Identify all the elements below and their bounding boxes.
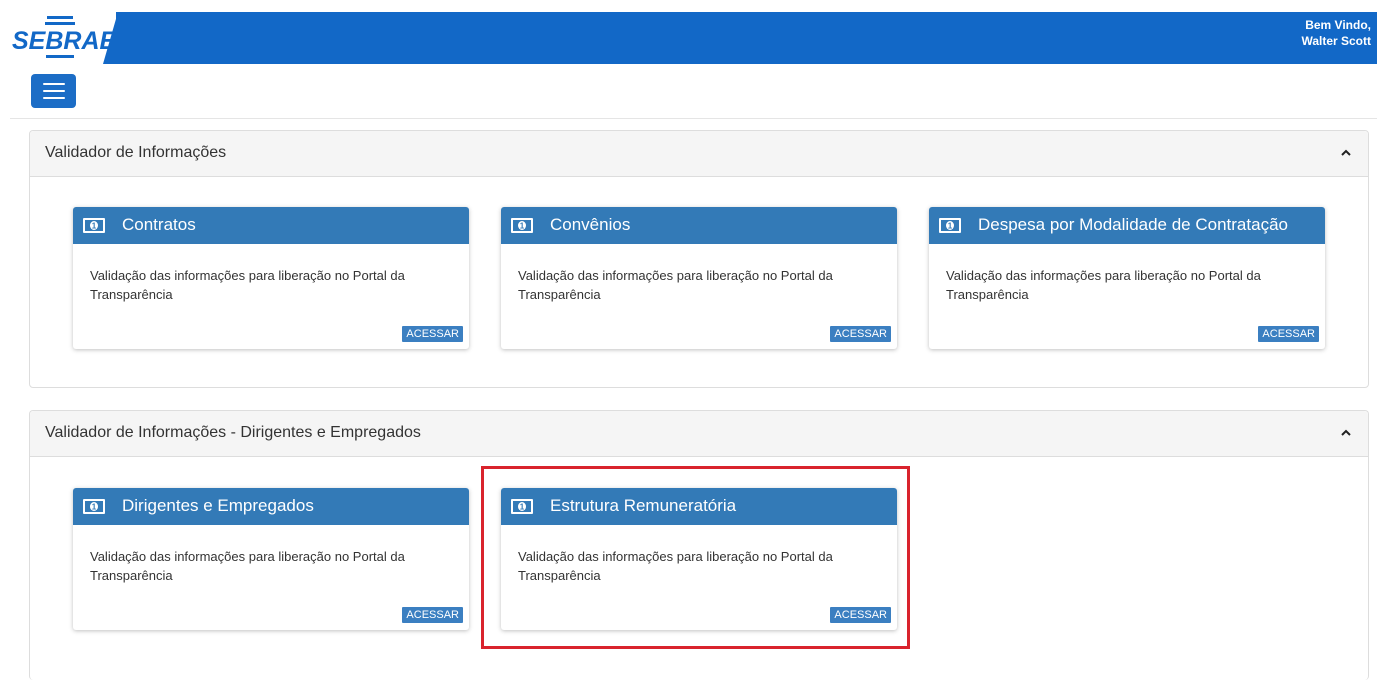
acessar-button[interactable]: ACESSAR	[402, 607, 463, 623]
panel-dirigentes: Validador de Informações - Dirigentes e …	[29, 410, 1369, 680]
chevron-up-icon[interactable]	[1338, 425, 1354, 441]
card-header: 1 Estrutura Remuneratória	[501, 488, 897, 525]
card-description: Validação das informações para liberação…	[518, 549, 833, 583]
acessar-button[interactable]: ACESSAR	[830, 326, 891, 342]
acessar-button[interactable]: ACESSAR	[1258, 326, 1319, 342]
card-header: 1 Dirigentes e Empregados	[73, 488, 469, 525]
top-header: SEBRAE Bem Vindo, Walter Scott	[0, 0, 1377, 64]
card-title: Convênios	[550, 215, 631, 234]
logo-text: SEBRAE	[12, 27, 118, 55]
menu-toggle-button[interactable]	[31, 74, 76, 108]
card-contratos: 1 Contratos Validação das informações pa…	[73, 207, 469, 349]
acessar-button[interactable]: ACESSAR	[402, 326, 463, 342]
card-title: Despesa por Modalidade de Contratação	[978, 215, 1288, 234]
money-bill-icon: 1	[83, 499, 105, 514]
hamburger-icon	[42, 90, 65, 92]
svg-text:1: 1	[520, 222, 525, 231]
chevron-up-icon[interactable]	[1338, 145, 1354, 161]
card-description: Validação das informações para liberação…	[946, 268, 1261, 302]
sebrae-logo[interactable]: SEBRAE	[10, 14, 118, 62]
money-bill-icon: 1	[939, 218, 961, 233]
panel-validador: Validador de Informações 1 Contratos Val…	[29, 130, 1369, 388]
svg-text:1: 1	[520, 503, 525, 512]
card-header: 1 Despesa por Modalidade de Contratação	[929, 207, 1325, 244]
card-description: Validação das informações para liberação…	[90, 268, 405, 302]
money-bill-icon: 1	[511, 218, 533, 233]
card-title: Contratos	[122, 215, 196, 234]
svg-text:1: 1	[948, 222, 953, 231]
divider	[10, 118, 1377, 119]
welcome-text: Bem Vindo, Walter Scott	[1301, 17, 1371, 49]
card-estrutura-remuneratoria: 1 Estrutura Remuneratória Validação das …	[501, 488, 897, 630]
money-bill-icon: 1	[83, 218, 105, 233]
card-header: 1 Contratos	[73, 207, 469, 244]
welcome-user-name[interactable]: Walter Scott	[1301, 33, 1371, 49]
money-bill-icon: 1	[511, 499, 533, 514]
panel-title: Validador de Informações - Dirigentes e …	[45, 424, 421, 441]
card-convenios: 1 Convênios Validação das informações pa…	[501, 207, 897, 349]
card-description: Validação das informações para liberação…	[518, 268, 833, 302]
card-despesa-modalidade: 1 Despesa por Modalidade de Contratação …	[929, 207, 1325, 349]
card-description: Validação das informações para liberação…	[90, 549, 405, 583]
card-title: Estrutura Remuneratória	[550, 496, 737, 515]
card-header: 1 Convênios	[501, 207, 897, 244]
header-bar	[116, 12, 1377, 64]
hamburger-icon	[42, 83, 65, 85]
welcome-greeting: Bem Vindo,	[1305, 18, 1371, 32]
card-title: Dirigentes e Empregados	[122, 496, 314, 515]
hamburger-icon	[42, 97, 65, 99]
panel-header[interactable]: Validador de Informações - Dirigentes e …	[30, 411, 1368, 457]
card-dirigentes-empregados: 1 Dirigentes e Empregados Validação das …	[73, 488, 469, 630]
panel-title: Validador de Informações	[45, 144, 227, 161]
svg-text:1: 1	[92, 222, 97, 231]
svg-text:1: 1	[92, 503, 97, 512]
panel-header[interactable]: Validador de Informações	[30, 131, 1368, 177]
acessar-button[interactable]: ACESSAR	[830, 607, 891, 623]
